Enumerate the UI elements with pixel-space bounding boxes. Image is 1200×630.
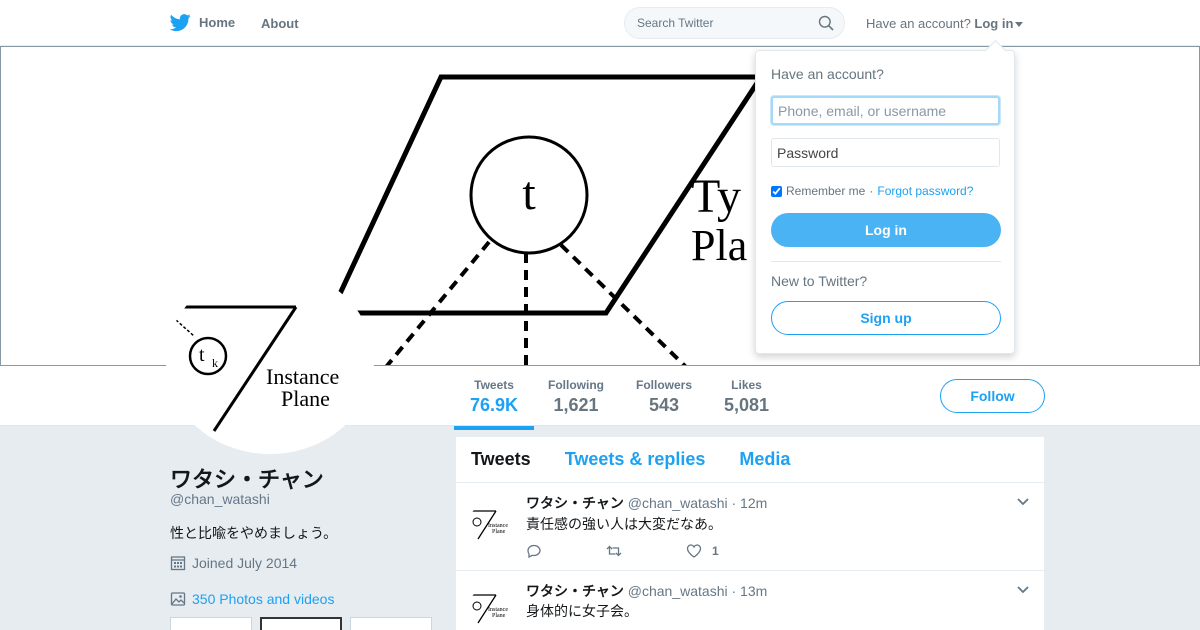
photo-thumbnail[interactable] [260, 617, 342, 630]
login-button[interactable]: Log in [771, 213, 1001, 247]
photo-thumbnail[interactable] [170, 617, 252, 630]
stat-label: Tweets [474, 378, 514, 392]
photo-thumbnails [170, 617, 432, 630]
like-button[interactable]: 1 [686, 543, 766, 559]
remember-me-label[interactable]: Remember me [786, 184, 865, 198]
chevron-down-icon[interactable] [1016, 583, 1030, 597]
tweet-author-name[interactable]: ワタシ・チャン [526, 495, 624, 511]
tweet-avatar[interactable]: Instance Plane [468, 587, 512, 630]
tweet-author-name[interactable]: ワタシ・チャン [526, 583, 624, 599]
search-input[interactable] [625, 8, 805, 38]
banner-circle-label: t [522, 167, 536, 220]
password-input[interactable] [771, 138, 1000, 167]
chevron-down-icon[interactable] [1016, 495, 1030, 509]
avatar-logo: InstancePlane [470, 594, 508, 624]
tweet-actions: 1 [526, 543, 766, 559]
search-icon[interactable] [818, 15, 834, 31]
nav-home-label: Home [199, 15, 236, 30]
tweet-author-handle[interactable]: @chan_watashi [628, 495, 728, 511]
search-box[interactable] [624, 7, 845, 39]
stat-following[interactable]: Following 1,621 [548, 378, 604, 416]
photos-link[interactable]: 350 Photos and videos [170, 591, 334, 607]
signup-button[interactable]: Sign up [771, 301, 1001, 335]
stat-likes[interactable]: Likes 5,081 [724, 378, 769, 416]
new-to-twitter-label: New to Twitter? [771, 273, 868, 289]
svg-text:Plane: Plane [492, 529, 506, 535]
nav-home-link[interactable]: Home [170, 12, 235, 33]
tweet-author-handle[interactable]: @chan_watashi [628, 583, 728, 599]
account-menu[interactable]: Have an account? Log in [866, 16, 1024, 31]
stat-value: 76.9K [470, 395, 519, 415]
retweet-button[interactable] [606, 543, 686, 559]
avatar-circle-label: t [199, 344, 205, 366]
tab-media[interactable]: Media [739, 449, 790, 470]
follow-button[interactable]: Follow [940, 379, 1045, 413]
dropdown-title: Have an account? [771, 66, 884, 82]
stat-value: 1,621 [553, 395, 599, 415]
stat-followers[interactable]: Followers 543 [636, 378, 692, 416]
stat-value: 5,081 [724, 395, 770, 415]
photo-thumbnail[interactable] [350, 617, 432, 630]
profile-joined: Joined July 2014 [170, 555, 297, 571]
image-icon [170, 592, 186, 606]
profile-avatar[interactable]: t k Instance Plane [166, 268, 374, 454]
profile-bio: 性と比喩をやめましょう。 [170, 525, 338, 541]
login-dropdown: Have an account? Remember me · Forgot pa… [755, 50, 1015, 354]
divider [771, 261, 1001, 262]
profile-handle[interactable]: @chan_watashi [170, 491, 270, 507]
tab-tweets-replies[interactable]: Tweets & replies [565, 449, 706, 470]
timeline-tabs: Tweets Tweets & replies Media [456, 437, 1044, 483]
timeline: Tweets Tweets & replies Media Instance Pl… [456, 437, 1044, 630]
reply-button[interactable] [526, 543, 606, 559]
username-input[interactable] [771, 96, 1000, 125]
top-nav-bar: Home About Have an account? Log in [0, 0, 1200, 46]
remember-me-row: Remember me · Forgot password? [771, 184, 973, 198]
tweet-avatar[interactable]: Instance Plane [468, 503, 512, 547]
twitter-bird-icon [170, 14, 191, 32]
joined-label: Joined July 2014 [192, 555, 298, 571]
login-menu-toggle[interactable]: Log in [974, 16, 1013, 31]
profile-name[interactable]: ワタシ・チャン [170, 462, 324, 494]
avatar-logo: t k Instance Plane [175, 305, 339, 432]
tweet-header: ワタシ・チャン @chan_watashi · 13m [526, 581, 767, 601]
tweet-timestamp[interactable]: · 13m [731, 583, 767, 599]
separator-dot: · [869, 184, 874, 198]
tweet-timestamp[interactable]: · 12m [731, 495, 767, 511]
photos-label: 350 Photos and videos [192, 591, 335, 607]
avatar-logo: InstancePlane [470, 510, 508, 540]
avatar-circle-subscript: k [212, 356, 218, 370]
banner-text-line1: Ty [691, 170, 741, 223]
caret-down-icon [1015, 22, 1024, 28]
tweet[interactable]: Instance Plane ワタシ・チャン @chan_watashi · 13… [456, 571, 1044, 630]
svg-text:Plane: Plane [492, 613, 506, 619]
banner-text-line2: Pla [691, 221, 747, 270]
tweet-text: 責任感の強い人は大変だなあ。 [526, 516, 722, 532]
forgot-password-link[interactable]: Forgot password? [877, 184, 973, 198]
like-count: 1 [712, 544, 719, 558]
stat-tweets[interactable]: Tweets 76.9K [453, 378, 535, 430]
stat-value: 543 [648, 395, 680, 415]
stat-label: Likes [731, 378, 762, 392]
tweet-header: ワタシ・チャン @chan_watashi · 12m [526, 493, 767, 513]
nav-about-link[interactable]: About [261, 16, 299, 31]
tweet[interactable]: Instance Plane ワタシ・チャン @chan_watashi · 12… [456, 483, 1044, 571]
retweet-icon [606, 545, 622, 557]
tab-tweets[interactable]: Tweets [471, 449, 531, 470]
account-prompt: Have an account? [866, 16, 971, 31]
heart-icon [686, 544, 702, 558]
stat-label: Followers [636, 378, 693, 392]
remember-me-checkbox[interactable] [771, 185, 782, 197]
avatar-text-line2: Plane [281, 386, 330, 411]
stat-label: Following [548, 378, 604, 392]
tweet-text: 身体的に女子会。 [526, 603, 638, 619]
reply-icon [527, 544, 541, 559]
calendar-icon [170, 556, 186, 571]
